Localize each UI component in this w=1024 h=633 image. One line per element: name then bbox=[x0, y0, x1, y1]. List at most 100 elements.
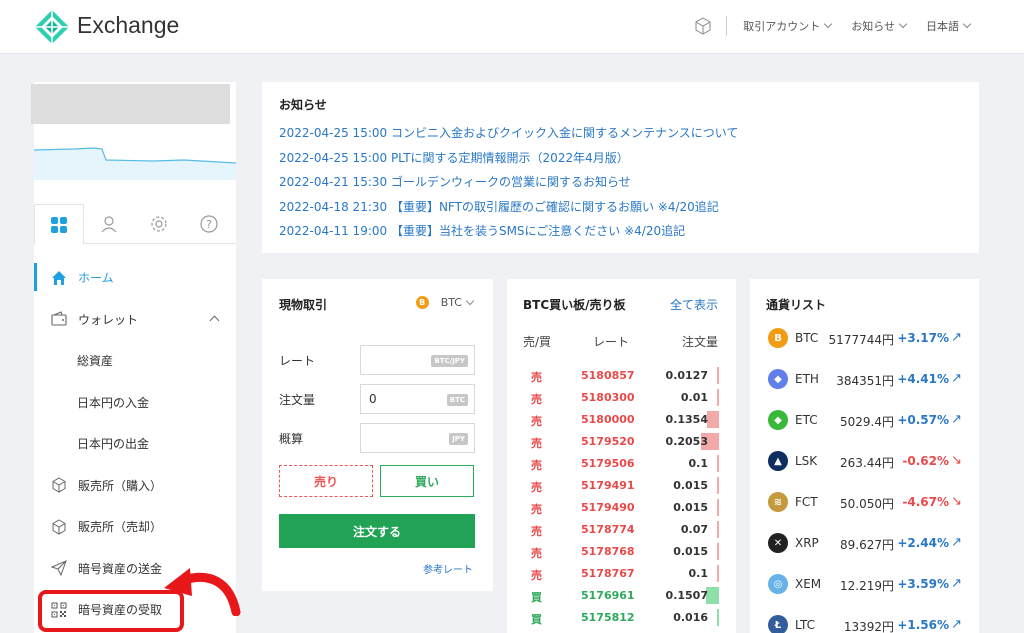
side-cell: 売 bbox=[531, 415, 542, 428]
side-cell: 売 bbox=[531, 459, 542, 472]
currency-change: +1.56% bbox=[897, 618, 949, 632]
qty-cell: 0.015 bbox=[673, 479, 708, 492]
currency-change: +3.17% bbox=[897, 331, 949, 345]
currency-row[interactable]: ◆ ETC 5029.4円 +0.57% ↗ bbox=[750, 400, 979, 440]
currency-row[interactable]: Ł LTC 13392円 +1.56% ↗ bbox=[750, 605, 979, 633]
side-cell: 売 bbox=[531, 525, 542, 538]
order-book-row[interactable]: 売 5178767 0.1 bbox=[507, 563, 736, 585]
place-order-button[interactable]: 注文する bbox=[279, 514, 475, 548]
qty-cell: 0.015 bbox=[673, 545, 708, 558]
side-cell: 売 bbox=[531, 569, 542, 582]
sidebar-item-label: 日本円の入金 bbox=[77, 395, 150, 410]
unit-badge: BTC bbox=[446, 394, 468, 406]
currency-row[interactable]: ✕ XRP 89.627円 +2.44% ↗ bbox=[750, 523, 979, 563]
tab-profile[interactable] bbox=[84, 204, 134, 244]
order-book-row[interactable]: 売 5179491 0.015 bbox=[507, 475, 736, 497]
rate-label: レート bbox=[279, 353, 316, 368]
trend-down-icon: ↘ bbox=[951, 494, 962, 509]
pair-select[interactable]: B BTC bbox=[415, 296, 475, 309]
side-cell: 買 bbox=[531, 591, 542, 604]
order-book-row[interactable]: 売 5179520 0.2053 bbox=[507, 431, 736, 453]
nav-label: 日本語 bbox=[926, 20, 959, 33]
currency-row[interactable]: ≋ FCT 50.050円 -4.67% ↘ bbox=[750, 482, 979, 522]
account-summary-placeholder bbox=[31, 84, 230, 124]
cube-icon[interactable] bbox=[694, 17, 712, 35]
notice-panel: お知らせ 2022-04-25 15:00 コンビニ入金およびクイック入金に関す… bbox=[262, 82, 979, 253]
qty-cell: 0.1354 bbox=[665, 413, 708, 426]
currency-name: LSK bbox=[795, 454, 818, 468]
sidebar-item-jpy-deposit[interactable]: 日本円の入金 bbox=[34, 382, 236, 424]
qty-input[interactable]: 0 BTC bbox=[360, 384, 475, 414]
order-book-row[interactable]: 買 5175812 0.016 bbox=[507, 607, 736, 629]
estimate-label: 概算 bbox=[279, 431, 304, 446]
qty-cell: 0.01 bbox=[680, 391, 708, 404]
col-qty: 注文量 bbox=[681, 335, 718, 349]
qty-cell: 0.015 bbox=[673, 501, 708, 514]
order-book-row[interactable]: 売 5180857 0.0127 bbox=[507, 365, 736, 387]
sidebar-item-jpy-withdraw[interactable]: 日本円の出金 bbox=[34, 423, 236, 465]
currency-row[interactable]: ◆ ETH 384351円 +4.41% ↗ bbox=[750, 359, 979, 399]
order-book-row[interactable]: 売 5180300 0.01 bbox=[507, 387, 736, 409]
nav-label: お知らせ bbox=[851, 20, 895, 33]
chevron-up-icon[interactable] bbox=[209, 315, 220, 325]
sidebar-item-store-buy[interactable]: 販売所（購入） bbox=[34, 465, 236, 507]
notice-link[interactable]: 2022-04-21 15:30 ゴールデンウィークの営業に関するお知らせ bbox=[279, 170, 962, 195]
notice-link[interactable]: 2022-04-25 15:00 コンビニ入金およびクイック入金に関するメンテナ… bbox=[279, 121, 962, 146]
show-all-link[interactable]: 全て表示 bbox=[670, 296, 718, 313]
ltc-coin-icon: Ł bbox=[768, 615, 788, 633]
currency-change: +2.44% bbox=[897, 536, 949, 550]
nav-language[interactable]: 日本語 bbox=[926, 18, 972, 34]
sidebar-item-store-sell[interactable]: 販売所（売却） bbox=[34, 506, 236, 548]
rate-cell: 5180000 bbox=[581, 413, 635, 426]
depth-bar bbox=[707, 411, 719, 428]
notice-title: お知らせ bbox=[279, 98, 327, 112]
order-book-title: BTC買い板/売り板 bbox=[523, 298, 626, 312]
side-cell: 売 bbox=[531, 393, 542, 406]
currency-change: -4.67% bbox=[902, 495, 949, 509]
qty-cell: 0.1 bbox=[688, 457, 709, 470]
currency-list-panel: 通貨リスト B BTC 5177744円 +3.17% ↗ ◆ ETH 384351円 +4.4… bbox=[750, 279, 979, 633]
exchange-logo-icon[interactable] bbox=[34, 9, 70, 45]
reference-rate-link[interactable]: 参考レート bbox=[423, 561, 473, 576]
order-book-row[interactable]: 売 5179490 0.015 bbox=[507, 497, 736, 519]
order-book-row[interactable]: 売 5178768 0.015 bbox=[507, 541, 736, 563]
currency-price: 13392円 bbox=[843, 620, 894, 633]
nav-trading-account[interactable]: 取引アカウント bbox=[743, 18, 833, 34]
grid-icon bbox=[51, 216, 67, 233]
btc-coin-icon: B bbox=[415, 296, 429, 309]
sidebar-item-total-assets[interactable]: 総資産 bbox=[34, 340, 236, 382]
depth-bar bbox=[717, 367, 719, 384]
notice-link[interactable]: 2022-04-11 19:00 【重要】当社を装うSMSにご注意ください ※4… bbox=[279, 219, 962, 244]
notice-link[interactable]: 2022-04-18 21:30 【重要】NFTの取引履歴のご確認に関するお願い… bbox=[279, 195, 962, 220]
depth-bar bbox=[717, 389, 719, 406]
sidebar-item-wallet[interactable]: ウォレット bbox=[34, 299, 236, 341]
sidebar-item-home[interactable]: ホーム bbox=[34, 257, 236, 299]
qty-cell: 0.016 bbox=[673, 611, 708, 624]
order-book-row[interactable]: 売 5179506 0.1 bbox=[507, 453, 736, 475]
notice-link[interactable]: 2022-04-25 15:00 PLTに関する定期情報開示（2022年4月版） bbox=[279, 146, 962, 171]
lsk-coin-icon: ▲ bbox=[768, 451, 788, 471]
rate-input[interactable]: BTC/JPY bbox=[360, 345, 475, 375]
side-cell: 売 bbox=[531, 371, 542, 384]
qty-cell: 0.07 bbox=[680, 523, 708, 536]
order-book-row[interactable]: 売 5178774 0.07 bbox=[507, 519, 736, 541]
buy-button[interactable]: 買い bbox=[380, 465, 474, 497]
btc-coin-icon: B bbox=[768, 328, 788, 348]
currency-row[interactable]: ◎ XEM 12.219円 +3.59% ↗ bbox=[750, 564, 979, 604]
currency-name: ETC bbox=[795, 413, 818, 427]
tab-settings[interactable] bbox=[134, 204, 184, 244]
sell-button[interactable]: 売り bbox=[279, 465, 373, 497]
nav-notices[interactable]: お知らせ bbox=[851, 18, 908, 34]
estimate-input[interactable]: JPY bbox=[360, 423, 475, 453]
tab-help[interactable]: ? bbox=[184, 204, 234, 244]
sidebar: ? ホーム ウォレット 総資産 日本円の入金 日本円の出金 販売所（購入） 販売… bbox=[31, 82, 236, 633]
currency-row[interactable]: B BTC 5177744円 +3.17% ↗ bbox=[750, 318, 979, 358]
order-book-row[interactable]: 買 5176961 0.1507 bbox=[507, 585, 736, 607]
home-icon bbox=[50, 269, 68, 287]
currency-row[interactable]: ▲ LSK 263.44円 -0.62% ↘ bbox=[750, 441, 979, 481]
tab-dashboard[interactable] bbox=[34, 204, 84, 245]
sidebar-item-label: 販売所（購入） bbox=[78, 478, 163, 493]
divider bbox=[726, 16, 728, 36]
rate-cell: 5175812 bbox=[581, 611, 635, 624]
order-book-row[interactable]: 売 5180000 0.1354 bbox=[507, 409, 736, 431]
